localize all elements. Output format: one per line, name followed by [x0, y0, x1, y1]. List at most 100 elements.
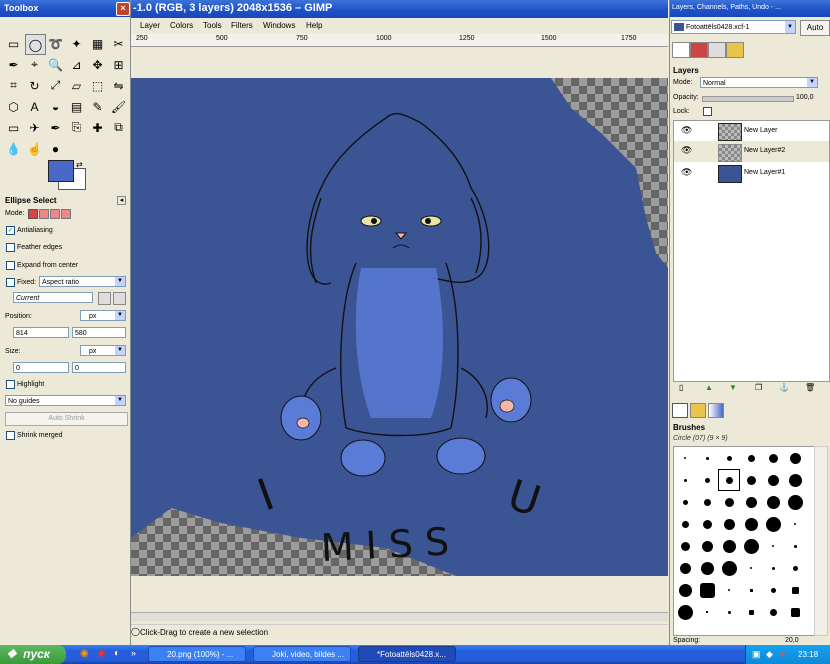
foreground-color-swatch[interactable] [48, 160, 74, 182]
mode-subtract-button[interactable] [50, 209, 60, 219]
brush-preview[interactable] [749, 588, 753, 592]
brush-preview[interactable] [744, 517, 758, 531]
eraser-icon[interactable]: ▭ [4, 118, 23, 137]
layer-row[interactable]: 👁 New Layer#1 [674, 163, 829, 183]
brush-preview[interactable] [792, 565, 798, 571]
paintbrush-icon[interactable]: 🖌 [109, 97, 128, 116]
menu-windows[interactable]: Windows [263, 19, 295, 33]
image-titlebar[interactable]: -1.0 (RGB, 3 layers) 2048x1536 – GIMP [131, 0, 668, 18]
menu-layer[interactable]: Layer [140, 19, 160, 33]
expand-checkbox[interactable] [6, 261, 15, 270]
tray-antivirus-icon[interactable]: ● [780, 649, 785, 659]
lower-layer-icon[interactable]: ▼ [729, 383, 737, 392]
brush-preview[interactable] [768, 453, 778, 463]
rect-select-icon[interactable]: ▭ [4, 34, 23, 53]
clone-icon[interactable]: ⎘ [67, 118, 86, 137]
shear-icon[interactable]: ▱ [67, 76, 86, 95]
scale-icon[interactable]: ⤢ [46, 76, 65, 95]
brush-preview[interactable] [683, 478, 687, 482]
color-picker-icon[interactable]: ⌖ [25, 55, 44, 74]
layer-mode-select[interactable]: Normal ▼ [700, 77, 818, 88]
brush-preview[interactable] [789, 452, 801, 464]
rotate-icon[interactable]: ↻ [25, 76, 44, 95]
raise-layer-icon[interactable]: ▲ [705, 383, 713, 392]
cage-icon[interactable]: ⬡ [4, 97, 23, 116]
brush-preview[interactable] [704, 477, 710, 483]
auto-shrink-button[interactable]: Auto Shrink [5, 412, 128, 426]
brush-preview[interactable] [680, 541, 690, 551]
duplicate-layer-icon[interactable]: ❐ [755, 383, 762, 392]
dock-titlebar[interactable]: Layers, Channels, Paths, Undo - ... [670, 0, 830, 17]
taskbar-button-gimp[interactable]: *Fotoattēls0428.x... [358, 646, 456, 662]
fuzzy-select-icon[interactable]: ✦ [67, 34, 86, 53]
lock-pixels-checkbox[interactable] [703, 107, 712, 116]
ink-icon[interactable]: ✒ [46, 118, 65, 137]
navigate-icon[interactable]: ◯ [131, 627, 140, 636]
brush-preview[interactable] [750, 567, 752, 569]
brush-preview[interactable] [681, 520, 689, 528]
brush-scrollbar[interactable] [814, 446, 828, 636]
brush-preview[interactable] [701, 540, 713, 552]
ellipse-select-icon[interactable]: ◯ [25, 34, 46, 55]
text-icon[interactable]: A [25, 97, 44, 116]
brush-preview[interactable] [684, 457, 686, 459]
landscape-button[interactable] [113, 292, 126, 305]
menu-help[interactable]: Help [306, 19, 322, 33]
size-h-input[interactable]: 0 [72, 362, 126, 373]
anchor-layer-icon[interactable]: ⚓ [779, 383, 789, 392]
position-unit-select[interactable]: px ▼ [80, 310, 126, 321]
brush-preview[interactable] [765, 516, 781, 532]
tab-layers-icon[interactable] [672, 42, 690, 58]
brush-preview[interactable] [699, 582, 715, 598]
feather-checkbox[interactable] [6, 243, 15, 252]
crop-icon[interactable]: ⌗ [4, 76, 23, 95]
new-layer-icon[interactable]: ▯ [679, 383, 683, 392]
brush-preview[interactable] [787, 494, 803, 510]
brush-preview[interactable] [748, 609, 754, 615]
portrait-button[interactable] [98, 292, 111, 305]
blend-icon[interactable]: ▤ [67, 97, 86, 116]
size-unit-select[interactable]: px ▼ [80, 345, 126, 356]
brush-preview[interactable] [682, 499, 688, 505]
taskbar-button-browser[interactable]: Joki, video, bildes ... [253, 646, 351, 662]
perspective-icon[interactable]: ⬚ [88, 76, 107, 95]
blur-icon[interactable]: 💧 [4, 139, 23, 158]
quicklaunch-opera-icon[interactable]: ◉ [97, 648, 106, 659]
quicklaunch-media-icon[interactable]: ◐ [114, 648, 120, 659]
antialiasing-checkbox[interactable]: ✓ [6, 226, 15, 235]
brush-preview[interactable] [702, 519, 712, 529]
tab-brushes-icon[interactable] [672, 403, 688, 418]
auto-button[interactable]: Auto [800, 20, 830, 36]
scissors-icon[interactable]: ✂ [109, 34, 128, 53]
start-button[interactable]: ❖ пуск [0, 645, 66, 664]
highlight-checkbox[interactable] [6, 380, 15, 389]
brush-preview[interactable] [727, 610, 731, 614]
brush-preview[interactable] [703, 498, 711, 506]
tray-volume-icon[interactable]: ◆ [766, 649, 773, 660]
paths-icon[interactable]: ✒ [4, 55, 23, 74]
swap-colors-icon[interactable]: ⇄ [76, 160, 83, 169]
airbrush-icon[interactable]: ✈ [25, 118, 44, 137]
brush-preview[interactable] [772, 545, 774, 547]
zoom-icon[interactable]: 🔍 [46, 55, 65, 74]
position-x-input[interactable]: 814 [13, 327, 69, 338]
eye-icon[interactable]: 👁 [681, 167, 692, 178]
smudge-icon[interactable]: ☝ [25, 139, 44, 158]
mode-add-button[interactable] [39, 209, 49, 219]
image-select[interactable]: Fotoattēls0428.xcf-1 ▼ [671, 20, 796, 34]
toolbox-close-button[interactable]: × [116, 2, 130, 16]
taskbar-button-image[interactable]: 20.png (100%) - ... [148, 646, 246, 662]
color-select-icon[interactable]: ▦ [88, 34, 107, 53]
quicklaunch-expand-icon[interactable]: » [131, 648, 136, 658]
opacity-slider[interactable] [702, 96, 794, 102]
flip-icon[interactable]: ⇋ [109, 76, 128, 95]
brush-preview[interactable] [791, 586, 799, 594]
fixed-select[interactable]: Aspect ratio ▼ [39, 276, 126, 287]
menu-filters[interactable]: Filters [231, 19, 253, 33]
layer-row[interactable]: 👁 New Layer#2 [674, 141, 829, 162]
brush-preview[interactable] [679, 562, 691, 574]
shrink-merged-checkbox[interactable] [6, 431, 15, 440]
brush-preview[interactable] [788, 473, 802, 487]
current-field[interactable]: Current [13, 292, 93, 303]
brush-preview[interactable] [706, 611, 708, 613]
